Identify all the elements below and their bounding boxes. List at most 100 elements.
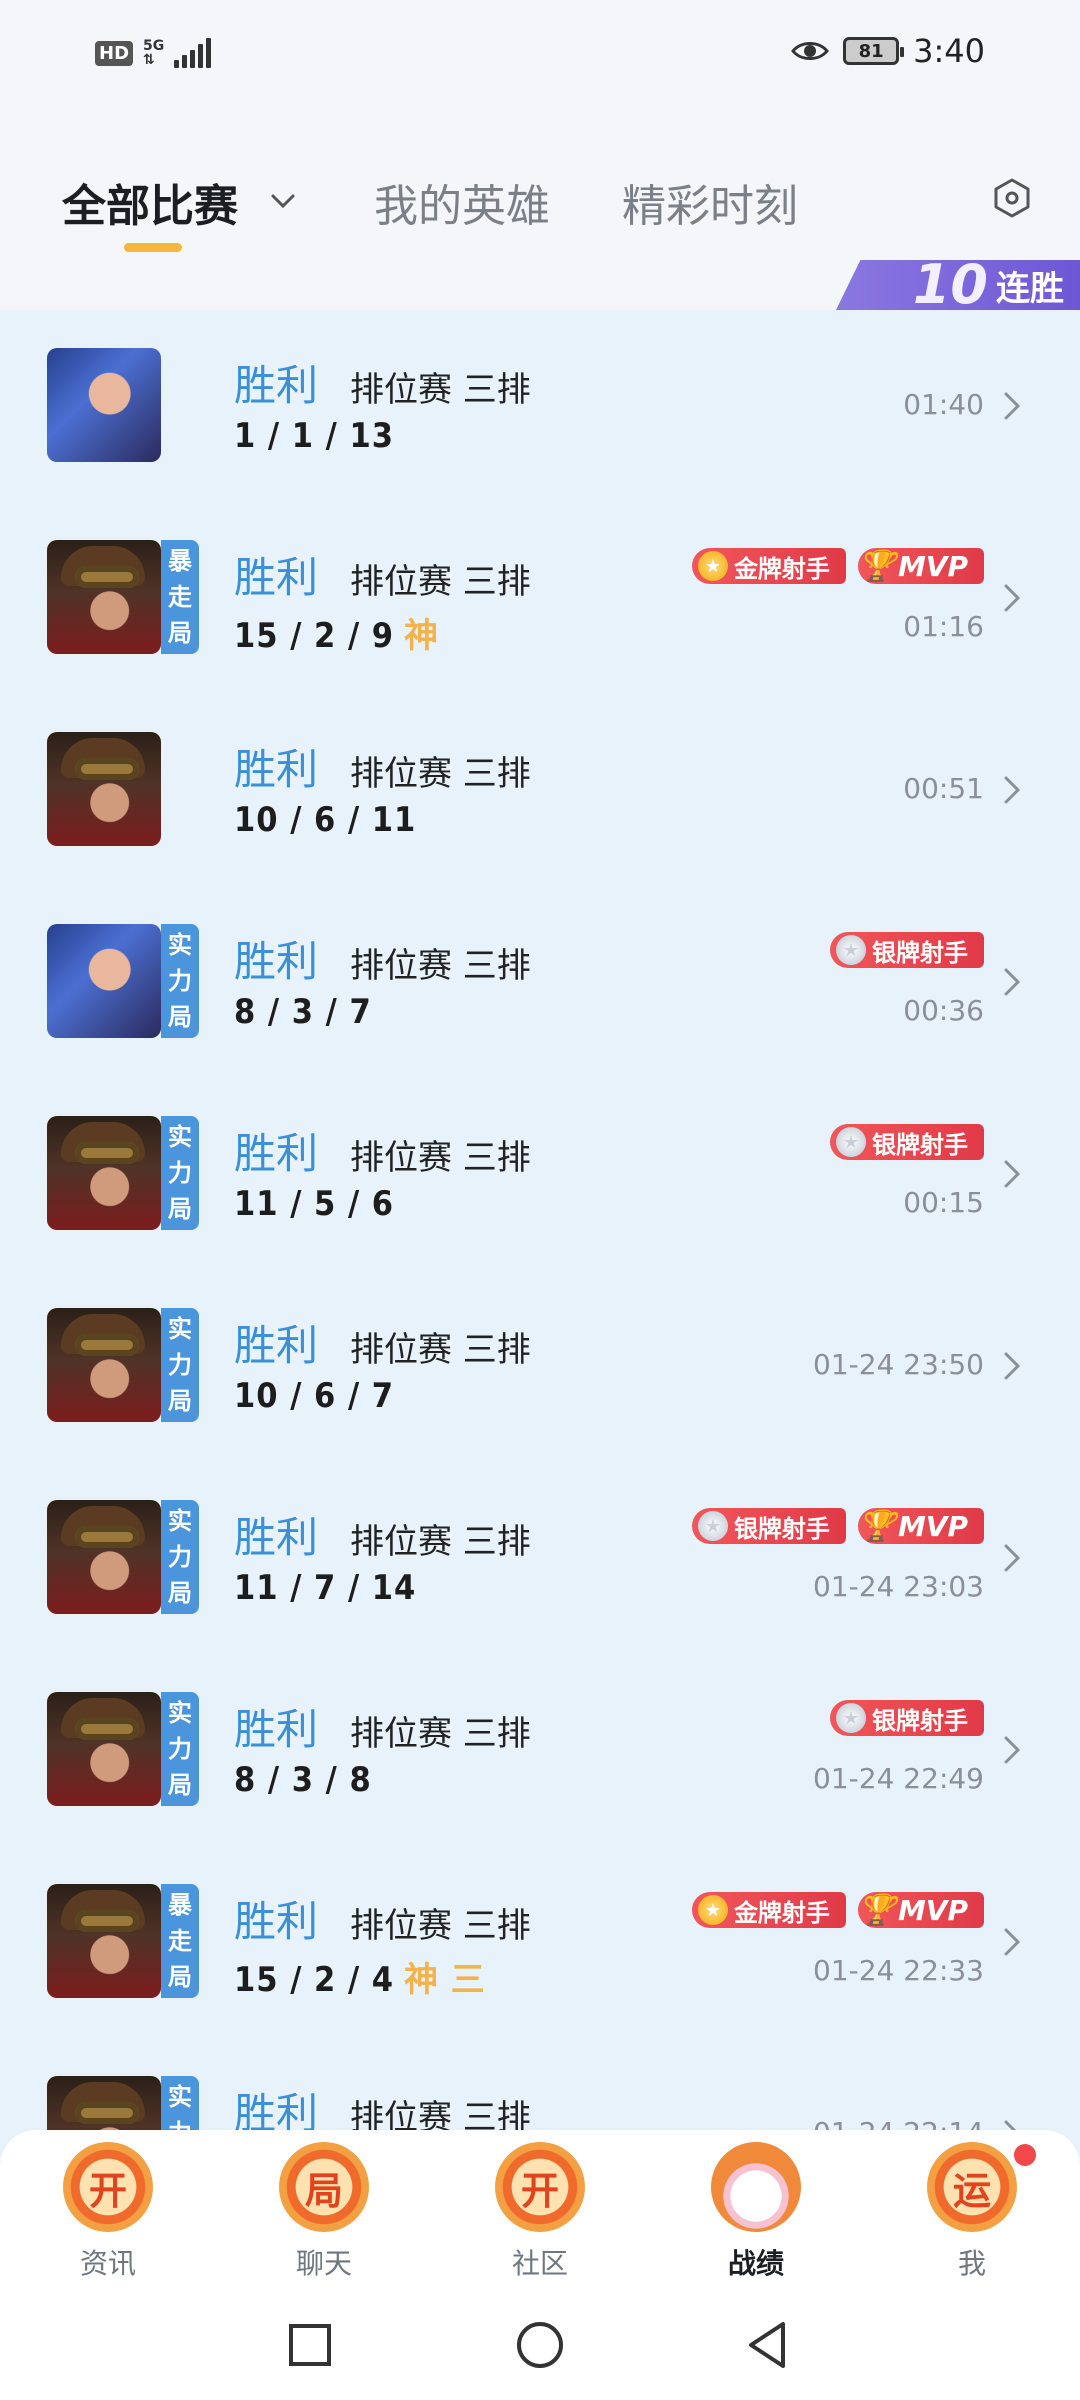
hero-avatar — [47, 1692, 161, 1806]
achievement-badge: 🏆 MVP — [857, 1892, 984, 1928]
match-mode: 排位赛 三排 — [350, 1906, 531, 1946]
match-tag-char: 局 — [168, 619, 192, 647]
match-tag: 实力局 — [161, 1308, 199, 1422]
nav-item[interactable]: 战绩 — [648, 2130, 864, 2290]
nav-item[interactable]: 开资讯 — [0, 2130, 216, 2290]
achievement-badge: ★ 银牌射手 — [830, 932, 984, 968]
chevron-right-icon[interactable] — [1000, 580, 1024, 616]
chevron-right-icon[interactable] — [1000, 2116, 1024, 2130]
chevron-right-icon[interactable] — [1000, 1540, 1024, 1576]
battery-icon: 81 — [843, 37, 905, 65]
badge-label: MVP — [897, 1893, 968, 1927]
nav-item[interactable]: 开社区 — [432, 2130, 648, 2290]
nav-item[interactable]: 局聊天 — [216, 2130, 432, 2290]
hero-goggles — [75, 1910, 139, 1932]
match-result: 胜利 — [234, 937, 319, 986]
performance-label: 神 — [404, 616, 440, 656]
match-tag-char: 局 — [168, 1195, 192, 1223]
hero-avatar — [47, 732, 161, 846]
chevron-right-icon[interactable] — [1000, 1732, 1024, 1768]
nav-item[interactable]: 运我 — [864, 2130, 1080, 2290]
badge-label: 银牌射手 — [872, 1130, 968, 1159]
home-icon[interactable] — [515, 2320, 565, 2370]
notification-dot — [1014, 2144, 1036, 2166]
nav-label: 社区 — [511, 2247, 568, 2280]
performance-label: 神 三 — [404, 1960, 486, 2000]
match-kda: 15 / 2 / 9神 — [234, 608, 439, 657]
match-kda: 15 / 2 / 4神 三 — [234, 1952, 486, 2001]
match-mode: 排位赛 三排 — [350, 1138, 531, 1178]
tab-all-matches[interactable]: 全部比赛 — [62, 170, 238, 234]
match-mode: 排位赛 三排 — [350, 1330, 531, 1370]
match-time: 01-24 23:50 — [813, 1348, 984, 1381]
streak-label: 连胜 — [996, 268, 1064, 309]
lantern-icon: 局 — [279, 2142, 369, 2232]
match-row[interactable]: 胜利 排位赛 三排 10 / 6 / 11 00:51 — [0, 694, 1080, 886]
tab-my-heroes[interactable]: 我的英雄 — [374, 170, 550, 234]
chevron-right-icon[interactable] — [1000, 388, 1024, 424]
achievement-badges: ★ 银牌射手 🏆 MVP — [691, 1508, 984, 1544]
back-icon[interactable] — [745, 2320, 795, 2370]
match-tag-char: 实 — [168, 2083, 192, 2111]
medal-icon: ★ — [697, 551, 728, 581]
match-tag: 实力局 — [161, 2076, 199, 2130]
badge-label: 金牌射手 — [733, 1898, 830, 1927]
achievement-badge: ★ 金牌射手 — [691, 548, 846, 584]
match-row[interactable]: 暴走局胜利 排位赛 三排 15 / 2 / 4神 三 ★ 金牌射手 🏆 MVP 01-24 2… — [0, 1846, 1080, 2038]
hero-avatar — [47, 1500, 161, 1614]
match-row[interactable]: 胜利 排位赛 三排 1 / 1 / 13 01:40 — [0, 310, 1080, 502]
chevron-right-icon[interactable] — [1000, 1348, 1024, 1384]
match-time: 01-24 23:03 — [813, 1570, 984, 1603]
chevron-right-icon[interactable] — [1000, 1156, 1024, 1192]
tab-highlights[interactable]: 精彩时刻 — [622, 170, 798, 234]
hero-goggles — [75, 758, 139, 780]
hero-avatar — [47, 540, 161, 654]
badge-label: 银牌射手 — [733, 1514, 830, 1543]
match-tag-char: 暴 — [168, 1891, 192, 1919]
match-tag-char: 局 — [168, 1579, 192, 1607]
match-mode: 排位赛 三排 — [350, 946, 531, 986]
kda-value: 11 / 7 / 14 — [234, 1568, 417, 1608]
medal-icon: ★ — [836, 1703, 866, 1733]
kda-value: 8 / 3 / 7 — [234, 992, 372, 1032]
match-row[interactable]: 暴走局胜利 排位赛 三排 15 / 2 / 9 神 ★ 金牌射手 🏆 MVP 01:16 — [0, 502, 1080, 694]
chevron-right-icon[interactable] — [1000, 772, 1024, 808]
match-row[interactable]: 实力局胜利排位赛 三排 01-24 22:14 — [0, 2038, 1080, 2130]
match-row[interactable]: 实力局胜利 排位赛 三排 10 / 6 / 7 01-24 23:50 — [0, 1270, 1080, 1462]
hero-goggles — [75, 1526, 139, 1548]
match-kda: 10 / 6 / 11 — [234, 800, 416, 840]
badge-label: MVP — [897, 1509, 968, 1543]
match-kda: 8 / 3 / 7 — [234, 992, 372, 1032]
match-row[interactable]: 实力局胜利 排位赛 三排 8 / 3 / 7 ★ 银牌射手 00:36 — [0, 886, 1080, 1078]
bottom-nav: 开资讯局聊天开社区 战绩运我 — [0, 2130, 1080, 2290]
hero-goggles — [75, 2102, 139, 2124]
match-row[interactable]: 实力局胜利 排位赛 三排 11 / 7 / 14 ★ 银牌射手 🏆 MVP 01-24 23:… — [0, 1462, 1080, 1654]
chevron-right-icon[interactable] — [1000, 964, 1024, 1000]
chevron-down-icon[interactable] — [268, 186, 298, 216]
signal-icon — [174, 38, 212, 68]
kda-value: 10 / 6 / 11 — [234, 800, 417, 840]
achievement-badge: 🏆 MVP — [857, 548, 984, 584]
match-row[interactable]: 实力局胜利 排位赛 三排 8 / 3 / 8 ★ 银牌射手 01-24 22:49 — [0, 1654, 1080, 1846]
achievement-badge: 🏆 MVP — [857, 1508, 984, 1544]
recent-apps-icon[interactable] — [285, 2320, 335, 2370]
match-result: 胜利 — [234, 2089, 319, 2130]
settings-icon[interactable] — [990, 176, 1034, 220]
match-list[interactable]: 胜利 排位赛 三排 1 / 1 / 13 01:40 暴走局胜利 排位赛 三排 15 / 2… — [0, 310, 1080, 2130]
match-result: 胜利 — [234, 361, 319, 410]
trophy-icon: 🏆 — [858, 548, 896, 584]
nav-label: 我 — [957, 2247, 986, 2280]
trophy-icon: 🏆 — [858, 1508, 896, 1544]
hero-avatar — [47, 1308, 161, 1422]
medal-icon: ★ — [697, 1511, 728, 1541]
match-mode: 排位赛 三排 — [350, 370, 531, 410]
achievement-badge: ★ 银牌射手 — [830, 1700, 984, 1736]
chevron-right-icon[interactable] — [1000, 1924, 1024, 1960]
match-row[interactable]: 实力局胜利 排位赛 三排 11 / 5 / 6 ★ 银牌射手 00:15 — [0, 1078, 1080, 1270]
match-tag-char: 实 — [168, 1315, 192, 1343]
achievement-badges: ★ 金牌射手 🏆 MVP — [691, 548, 984, 584]
match-tag-char: 实 — [168, 1507, 192, 1535]
kda-value: 11 / 5 / 6 — [234, 1184, 395, 1224]
match-mode: 排位赛 三排 — [350, 1522, 531, 1562]
match-time: 01-24 22:49 — [813, 1762, 984, 1795]
